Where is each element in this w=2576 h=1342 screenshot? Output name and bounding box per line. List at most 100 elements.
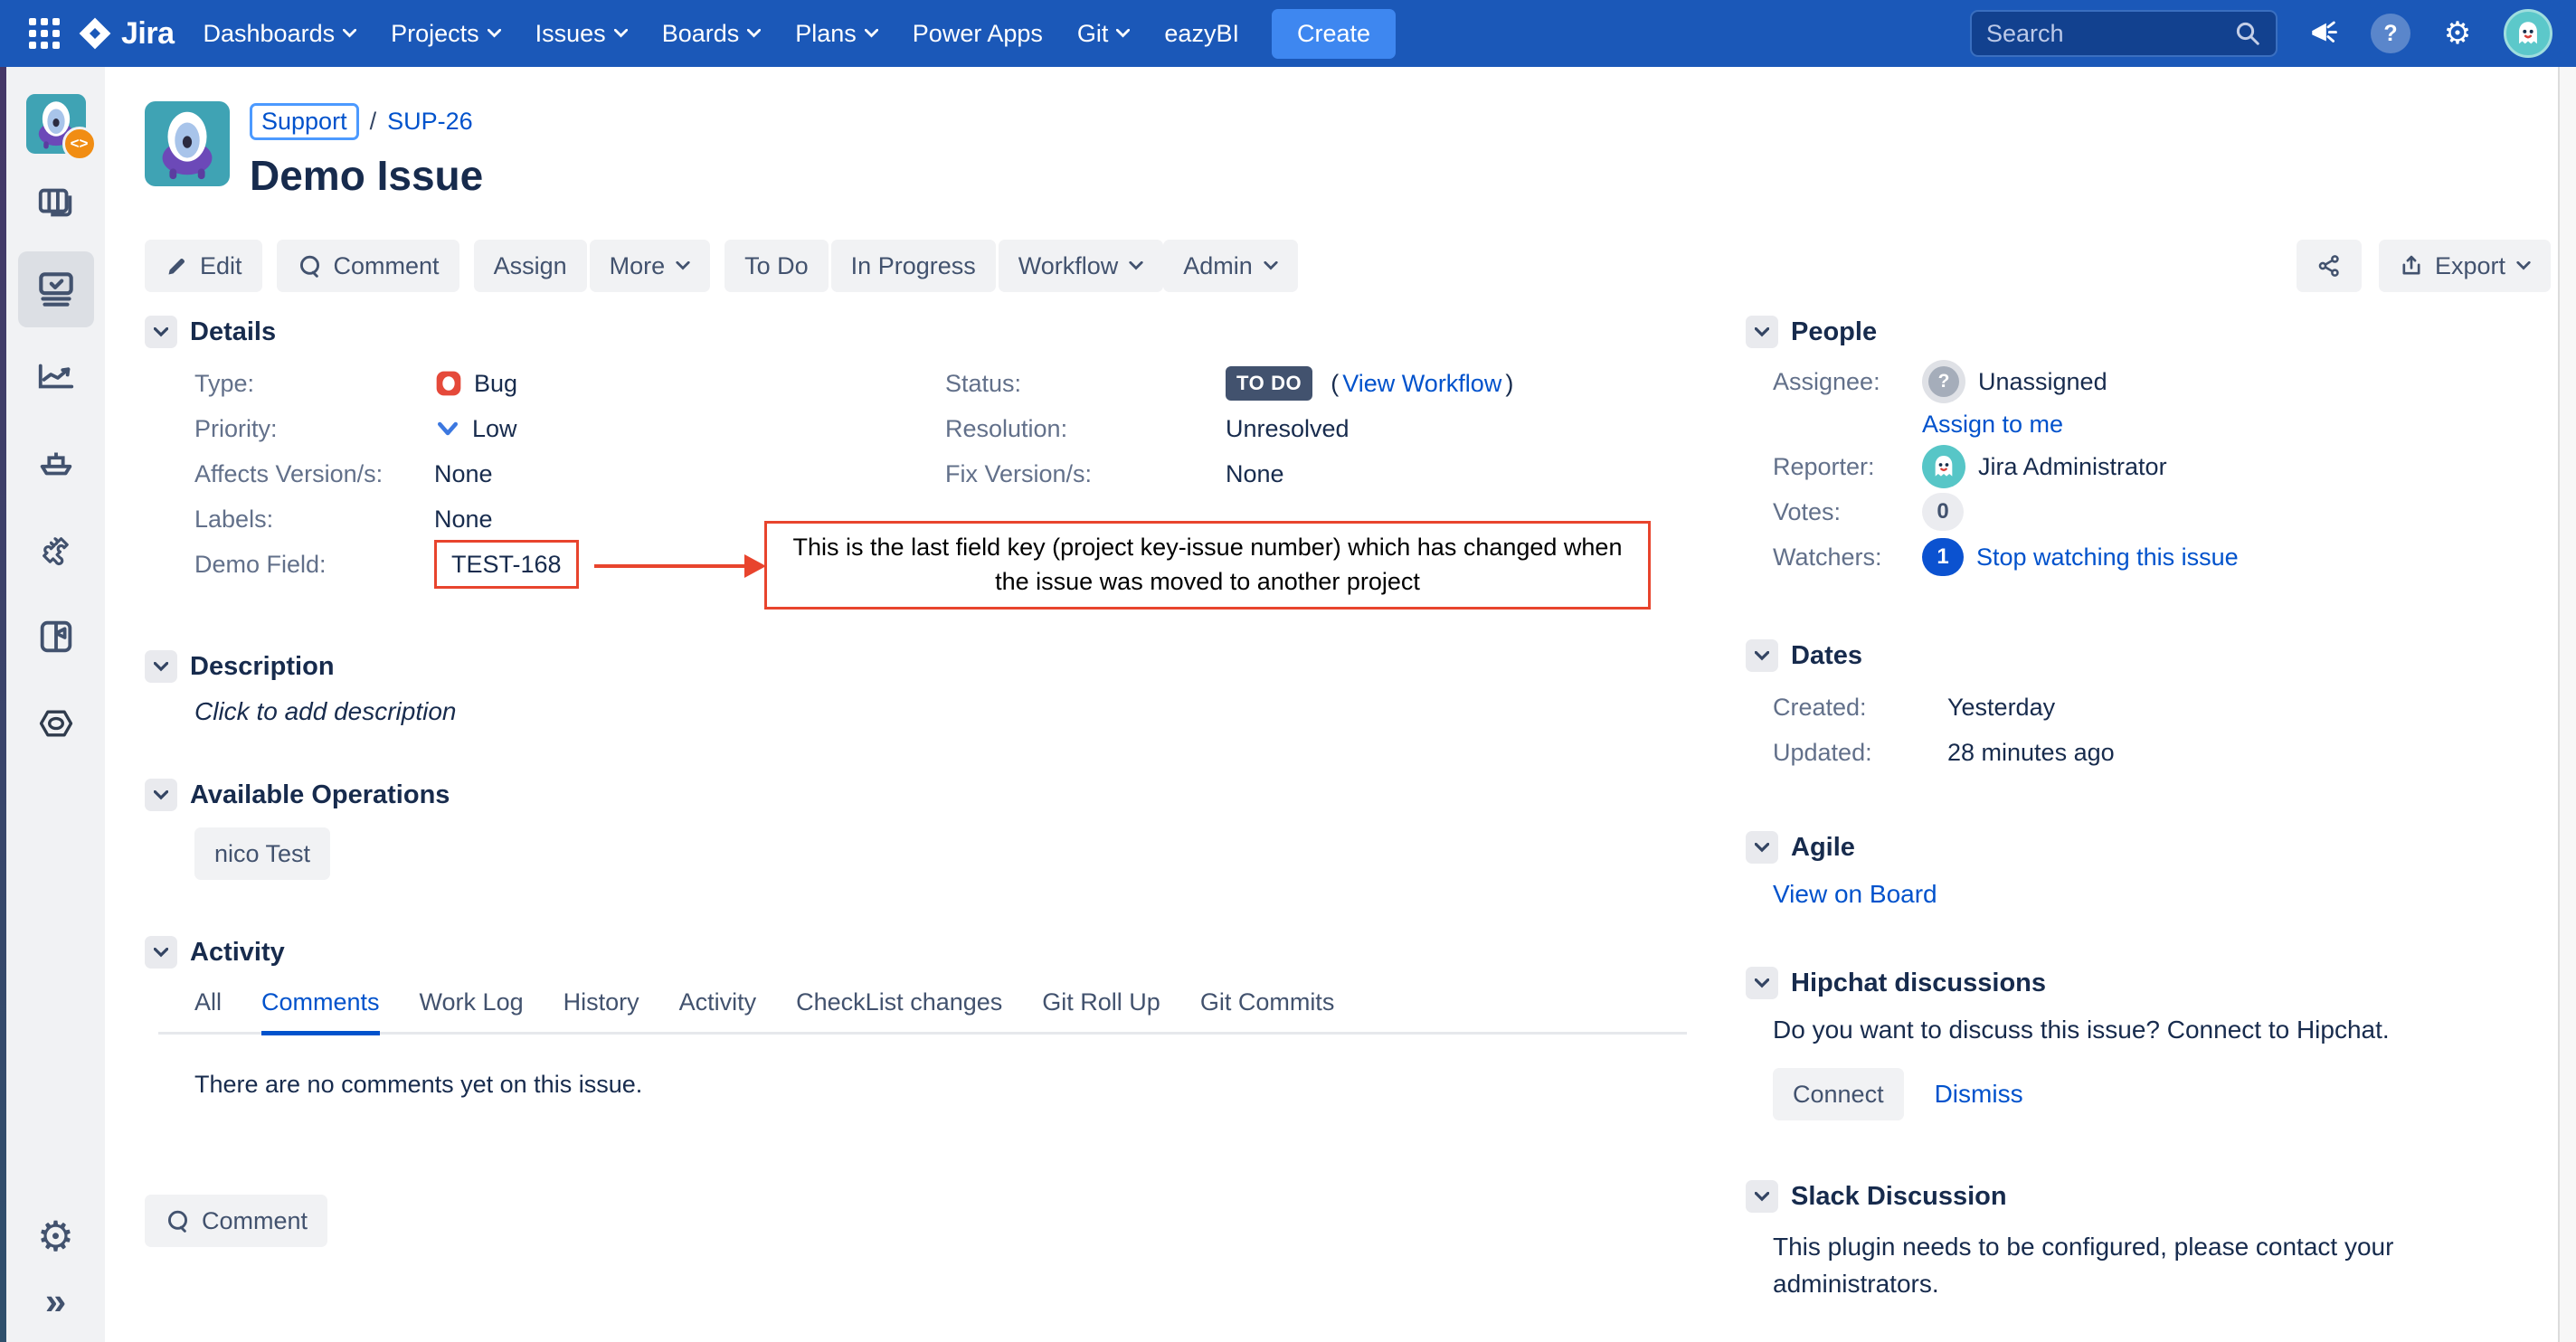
nav-plans[interactable]: Plans bbox=[795, 20, 878, 48]
view-workflow-link[interactable]: View Workflow bbox=[1342, 370, 1501, 398]
stop-watching-link[interactable]: Stop watching this issue bbox=[1976, 543, 2239, 572]
activity-tabs: All Comments Work Log History Activity C… bbox=[158, 988, 1687, 1035]
votes-badge[interactable]: 0 bbox=[1922, 493, 1964, 531]
sidebar-item-releases[interactable] bbox=[18, 425, 94, 501]
search-input[interactable] bbox=[1986, 20, 2234, 48]
tab-history[interactable]: History bbox=[564, 988, 639, 1035]
nav-issues[interactable]: Issues bbox=[535, 20, 628, 48]
sidebar-item-backlog[interactable] bbox=[18, 165, 94, 241]
more-button[interactable]: More bbox=[590, 240, 711, 292]
nav-boards[interactable]: Boards bbox=[662, 20, 762, 48]
chevron-down-icon bbox=[1755, 327, 1769, 337]
reporter-avatar-icon bbox=[1922, 445, 1965, 488]
view-on-board-link[interactable]: View on Board bbox=[1773, 880, 1937, 908]
sidebar-item-reports[interactable] bbox=[18, 338, 94, 414]
bottom-comment-button[interactable]: Comment bbox=[145, 1195, 327, 1247]
jira-logo[interactable]: Jira bbox=[78, 16, 175, 52]
chevron-down-icon bbox=[865, 29, 878, 38]
tab-activity[interactable]: Activity bbox=[679, 988, 757, 1035]
nav-dashboards[interactable]: Dashboards bbox=[204, 20, 357, 48]
puzzle-icon bbox=[35, 529, 77, 571]
top-navigation-bar: Jira Dashboards Projects Issues Boards P… bbox=[0, 0, 2576, 67]
field-fix-versions: Fix Version/s: None bbox=[945, 451, 1513, 496]
tab-git-commits[interactable]: Git Commits bbox=[1200, 988, 1335, 1035]
expand-sidebar-icon[interactable]: » bbox=[45, 1282, 66, 1320]
assign-button[interactable]: Assign bbox=[474, 240, 587, 292]
chevron-down-icon bbox=[676, 261, 690, 270]
tab-work-log[interactable]: Work Log bbox=[420, 988, 524, 1035]
workflow-button[interactable]: Workflow bbox=[999, 240, 1164, 292]
chevron-down-icon bbox=[1755, 651, 1769, 661]
description-placeholder[interactable]: Click to add description bbox=[194, 697, 1700, 726]
ghost-avatar-icon bbox=[2513, 18, 2543, 49]
search-box[interactable] bbox=[1970, 10, 2278, 57]
collapse-hipchat-icon[interactable] bbox=[1746, 967, 1778, 999]
breadcrumb-project-link[interactable]: Support bbox=[250, 103, 359, 140]
annotation-arrow-line bbox=[594, 564, 748, 568]
nav-git[interactable]: Git bbox=[1077, 20, 1131, 48]
chevron-down-icon bbox=[1129, 261, 1143, 270]
nico-test-button[interactable]: nico Test bbox=[194, 827, 330, 880]
collapse-activity-icon[interactable] bbox=[145, 936, 177, 969]
comment-button[interactable]: Comment bbox=[277, 240, 459, 292]
hipchat-dismiss-link[interactable]: Dismiss bbox=[1935, 1080, 2023, 1109]
admin-button[interactable]: Admin bbox=[1163, 240, 1298, 292]
dates-section: Dates Created: Yesterday Updated: 28 min… bbox=[1746, 639, 2524, 775]
user-avatar[interactable] bbox=[2504, 9, 2552, 58]
settings-gear-icon[interactable]: ⚙ bbox=[2437, 13, 2478, 54]
slack-config-message: This plugin needs to be configured, plea… bbox=[1773, 1229, 2496, 1302]
tab-comments[interactable]: Comments bbox=[261, 988, 380, 1035]
slack-title: Slack Discussion bbox=[1791, 1182, 2007, 1212]
field-resolution: Resolution: Unresolved bbox=[945, 406, 1513, 451]
sidebar-item-active-sprints[interactable] bbox=[18, 251, 94, 327]
collapse-description-icon[interactable] bbox=[145, 650, 177, 683]
nav-projects[interactable]: Projects bbox=[391, 20, 501, 48]
chevron-down-icon bbox=[1755, 978, 1769, 988]
tab-checklist-changes[interactable]: CheckList changes bbox=[796, 988, 1002, 1035]
comment-bubble-icon bbox=[297, 253, 323, 279]
app-switcher-icon[interactable] bbox=[24, 13, 65, 54]
collapse-slack-icon[interactable] bbox=[1746, 1180, 1778, 1213]
project-settings-gear-icon[interactable]: ⚙ bbox=[37, 1215, 74, 1257]
sidebar-item-addons[interactable] bbox=[18, 512, 94, 588]
hipchat-section: Hipchat discussions Do you want to discu… bbox=[1746, 967, 2524, 1120]
hipchat-connect-button[interactable]: Connect bbox=[1773, 1068, 1904, 1120]
page-scrollbar[interactable] bbox=[2558, 67, 2576, 1342]
pencil-icon bbox=[165, 254, 189, 279]
page-title: Demo Issue bbox=[250, 151, 483, 200]
sidebar-item-hexagon-app[interactable] bbox=[18, 685, 94, 761]
edit-button[interactable]: Edit bbox=[145, 240, 262, 292]
breadcrumb-issue-link[interactable]: SUP-26 bbox=[387, 108, 473, 136]
assign-to-me-link[interactable]: Assign to me bbox=[1922, 411, 2063, 439]
unassigned-avatar-icon: ? bbox=[1922, 360, 1965, 403]
in-progress-transition-button[interactable]: In Progress bbox=[831, 240, 996, 292]
issue-project-avatar[interactable] bbox=[145, 101, 230, 186]
issue-toolbar: Edit Comment Assign More To Do In Progre… bbox=[145, 240, 2551, 292]
collapse-people-icon[interactable] bbox=[1746, 316, 1778, 348]
issue-view: Support / SUP-26 Demo Issue Edit Comment… bbox=[105, 67, 2551, 1342]
created-row: Created: Yesterday bbox=[1773, 685, 2524, 730]
todo-transition-button[interactable]: To Do bbox=[724, 240, 829, 292]
export-button[interactable]: Export bbox=[2379, 240, 2551, 292]
collapse-agile-icon[interactable] bbox=[1746, 831, 1778, 864]
share-button[interactable] bbox=[2297, 240, 2362, 292]
annotation-arrow-head bbox=[744, 554, 766, 578]
create-button[interactable]: Create bbox=[1272, 9, 1396, 59]
tab-git-roll-up[interactable]: Git Roll Up bbox=[1042, 988, 1160, 1035]
people-section: People Assignee: ? Unassigned Assign to … bbox=[1746, 316, 2524, 580]
sidebar-item-project-pages[interactable] bbox=[18, 599, 94, 675]
chevron-down-icon bbox=[1755, 1192, 1769, 1202]
available-operations-title: Available Operations bbox=[190, 780, 450, 810]
help-icon[interactable]: ? bbox=[2370, 13, 2411, 54]
collapse-operations-icon[interactable] bbox=[145, 779, 177, 811]
nav-eazybi[interactable]: eazyBI bbox=[1164, 20, 1239, 48]
chevron-down-icon bbox=[488, 29, 501, 38]
nav-power-apps[interactable]: Power Apps bbox=[913, 20, 1043, 48]
assign-to-me-row: Assign to me bbox=[1773, 404, 2524, 444]
project-avatar[interactable]: <> bbox=[26, 94, 86, 154]
announcement-icon[interactable] bbox=[2303, 13, 2344, 54]
tab-all[interactable]: All bbox=[194, 988, 222, 1035]
watchers-badge[interactable]: 1 bbox=[1922, 538, 1964, 576]
collapse-dates-icon[interactable] bbox=[1746, 639, 1778, 672]
collapse-details-icon[interactable] bbox=[145, 316, 177, 348]
